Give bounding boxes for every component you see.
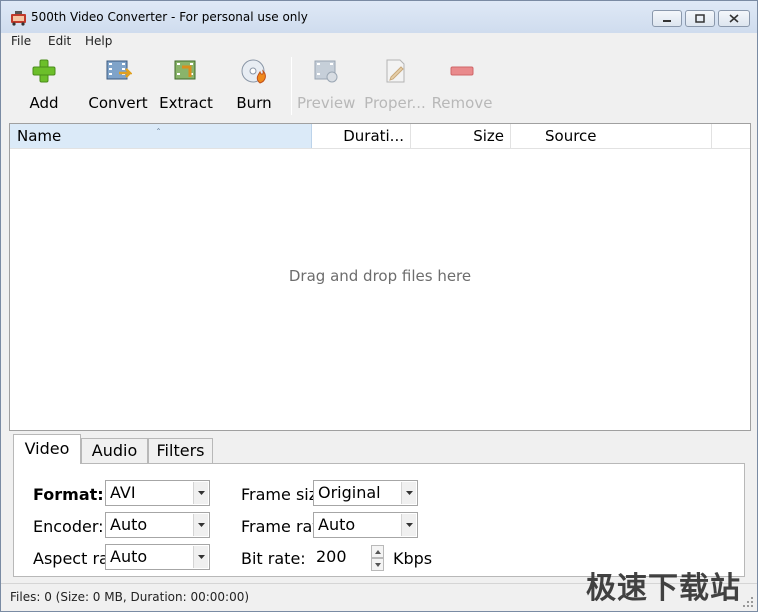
properties-label: Proper... bbox=[364, 94, 426, 112]
add-button[interactable]: Add bbox=[21, 57, 67, 117]
aspect-ratio-label: Aspect ra bbox=[33, 549, 105, 568]
menu-bar: File Edit Help bbox=[1, 33, 757, 51]
menu-file[interactable]: File bbox=[11, 34, 31, 48]
chevron-down-icon bbox=[401, 514, 416, 536]
preview-label: Preview bbox=[297, 94, 356, 112]
menu-help[interactable]: Help bbox=[85, 34, 112, 48]
remove-label: Remove bbox=[431, 94, 493, 112]
watermark-text: 极速下载站 bbox=[586, 571, 741, 606]
minus-icon bbox=[450, 66, 474, 76]
burn-button[interactable]: Burn bbox=[232, 57, 276, 117]
maximize-button[interactable] bbox=[685, 10, 715, 27]
minimize-button[interactable] bbox=[652, 10, 682, 27]
chevron-down-icon bbox=[193, 514, 208, 536]
column-name[interactable]: Name ˆ bbox=[10, 124, 312, 148]
convert-label: Convert bbox=[88, 94, 148, 112]
properties-icon bbox=[386, 59, 405, 83]
window-title: 500th Video Converter - For personal use… bbox=[31, 10, 308, 24]
extract-label: Extract bbox=[159, 94, 213, 112]
drop-files-hint: Drag and drop files here bbox=[288, 267, 472, 285]
encoder-label: Encoder: bbox=[33, 517, 104, 536]
spin-up-button[interactable] bbox=[371, 545, 384, 558]
frame-rate-value: Auto bbox=[318, 515, 356, 534]
extract-icon bbox=[174, 60, 196, 80]
bitrate-spinner bbox=[371, 545, 384, 571]
tab-filters[interactable]: Filters bbox=[148, 438, 213, 464]
chevron-down-icon bbox=[193, 546, 208, 568]
column-name-label: Name bbox=[17, 127, 62, 145]
app-icon bbox=[11, 11, 26, 26]
toolbar: Add Convert Extract Burn Preview Proper.… bbox=[1, 51, 757, 121]
minimize-icon bbox=[663, 19, 671, 22]
resize-grip-icon[interactable] bbox=[742, 596, 754, 608]
chevron-down-icon bbox=[193, 482, 208, 504]
plus-icon bbox=[32, 59, 56, 83]
bitrate-label: Bit rate: bbox=[241, 549, 306, 568]
properties-button[interactable]: Proper... bbox=[363, 57, 427, 117]
column-size[interactable]: Size bbox=[411, 124, 511, 148]
bitrate-value: 200 bbox=[316, 547, 347, 566]
column-source[interactable]: Source bbox=[511, 124, 712, 148]
tab-audio[interactable]: Audio bbox=[81, 438, 148, 464]
video-settings-panel: Format: AVI Encoder: Auto Aspect ra Auto… bbox=[13, 463, 745, 577]
menu-edit[interactable]: Edit bbox=[48, 34, 71, 48]
list-header: Name ˆ Durati... Size Source bbox=[10, 124, 750, 149]
status-text: Files: 0 (Size: 0 MB, Duration: 00:00:00… bbox=[10, 590, 250, 604]
frame-size-value: Original bbox=[318, 483, 381, 502]
close-button[interactable] bbox=[718, 10, 750, 27]
convert-film-icon bbox=[106, 60, 132, 80]
app-window: 500th Video Converter - For personal use… bbox=[0, 0, 758, 612]
frame-size-select[interactable]: Original bbox=[313, 480, 418, 506]
title-bar[interactable]: 500th Video Converter - For personal use… bbox=[1, 1, 757, 33]
aspect-ratio-select[interactable]: Auto bbox=[105, 544, 210, 570]
bitrate-unit: Kbps bbox=[393, 549, 433, 568]
frame-size-label: Frame siz bbox=[241, 485, 313, 504]
format-value: AVI bbox=[110, 483, 136, 502]
encoder-value: Auto bbox=[110, 515, 148, 534]
sort-ascending-icon: ˆ bbox=[156, 128, 161, 139]
bitrate-input[interactable]: 200 bbox=[313, 544, 385, 571]
spin-down-button[interactable] bbox=[371, 558, 384, 571]
chevron-up-icon bbox=[374, 549, 381, 554]
maximize-icon bbox=[695, 14, 705, 23]
burn-disc-icon bbox=[241, 59, 266, 84]
frame-rate-label: Frame rat bbox=[241, 517, 313, 536]
add-label: Add bbox=[29, 94, 59, 112]
format-label: Format: bbox=[33, 485, 104, 504]
extract-button[interactable]: Extract bbox=[157, 57, 215, 117]
tab-video[interactable]: Video bbox=[13, 434, 81, 464]
column-duration[interactable]: Durati... bbox=[312, 124, 411, 148]
chevron-down-icon bbox=[401, 482, 416, 504]
close-icon bbox=[729, 14, 739, 23]
frame-rate-select[interactable]: Auto bbox=[313, 512, 418, 538]
convert-button[interactable]: Convert bbox=[85, 57, 151, 117]
format-select[interactable]: AVI bbox=[105, 480, 210, 506]
preview-button[interactable]: Preview bbox=[297, 57, 355, 117]
file-list[interactable]: Name ˆ Durati... Size Source Drag and dr… bbox=[9, 123, 751, 431]
encoder-select[interactable]: Auto bbox=[105, 512, 210, 538]
aspect-ratio-value: Auto bbox=[110, 547, 148, 566]
toolbar-separator bbox=[291, 57, 292, 115]
chevron-down-icon bbox=[374, 562, 381, 567]
burn-label: Burn bbox=[236, 94, 272, 112]
remove-button[interactable]: Remove bbox=[431, 57, 493, 117]
preview-film-icon bbox=[314, 60, 338, 83]
